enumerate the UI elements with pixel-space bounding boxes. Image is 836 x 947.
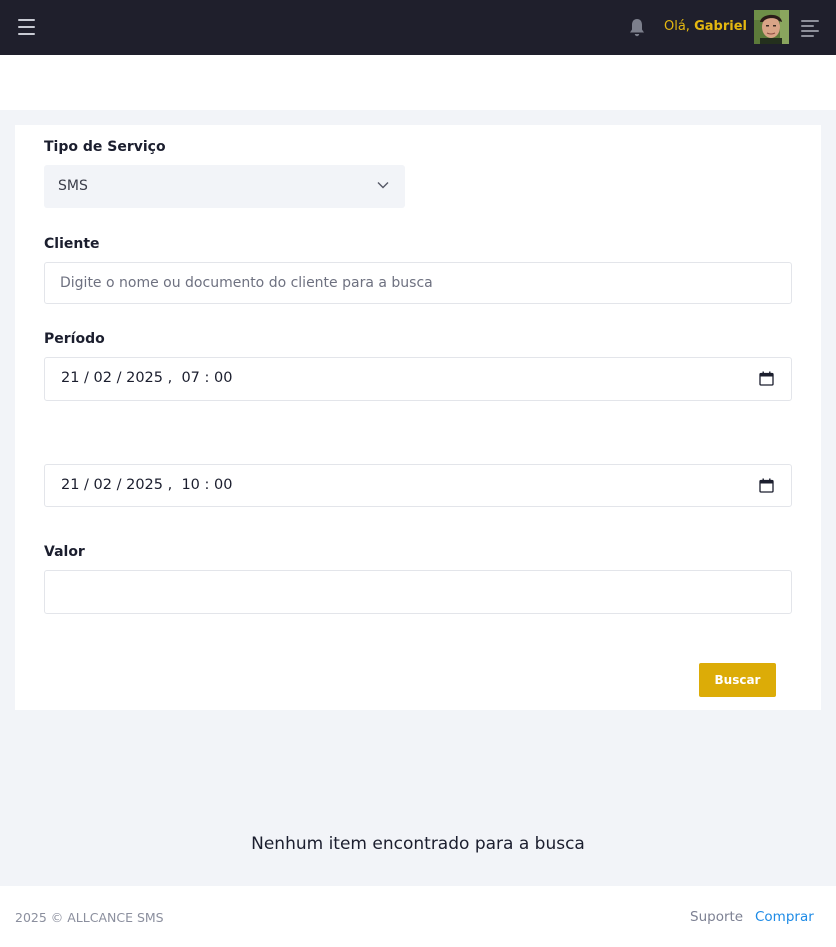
period-end-value: 21 / 02 / 2025 , 10 : 00 [61,477,233,493]
user-greeting: Olá, Gabriel [664,19,747,34]
support-link[interactable]: Suporte [690,909,743,925]
client-search-placeholder: Digite o nome ou documento do cliente pa… [60,275,433,291]
avatar[interactable] [754,10,789,44]
buy-link[interactable]: Comprar [755,909,814,925]
search-form-card: Tipo de Serviço SMS Cliente Digite o nom… [15,125,821,710]
sidebar-toggle-icon[interactable] [801,20,819,37]
user-name: Gabriel [694,19,747,34]
service-type-select[interactable]: SMS [44,165,405,208]
period-start-input[interactable]: 21 / 02 / 2025 , 07 : 00 [44,357,792,401]
client-label: Cliente [44,236,100,252]
value-label: Valor [44,544,85,560]
top-navbar: Olá, Gabriel [0,0,836,55]
bell-icon[interactable] [628,18,646,38]
period-start-value: 21 / 02 / 2025 , 07 : 00 [61,370,233,386]
footer: 2025 © ALLCANCE SMS Suporte Comprar [0,886,836,947]
page-subheader [0,55,836,110]
calendar-icon[interactable] [759,478,774,493]
search-button[interactable]: Buscar [699,663,776,697]
copyright-text: 2025 © ALLCANCE SMS [15,910,164,925]
service-type-label: Tipo de Serviço [44,139,166,155]
empty-results-message: Nenhum item encontrado para a busca [251,834,585,854]
value-input[interactable] [44,570,792,614]
service-type-value: SMS [58,178,88,194]
hamburger-menu-icon[interactable] [18,19,35,35]
client-search-input[interactable]: Digite o nome ou documento do cliente pa… [44,262,792,304]
chevron-down-icon [377,182,389,189]
greeting-prefix: Olá, [664,19,690,34]
period-label: Período [44,331,105,347]
calendar-icon[interactable] [759,371,774,386]
period-end-input[interactable]: 21 / 02 / 2025 , 10 : 00 [44,464,792,507]
